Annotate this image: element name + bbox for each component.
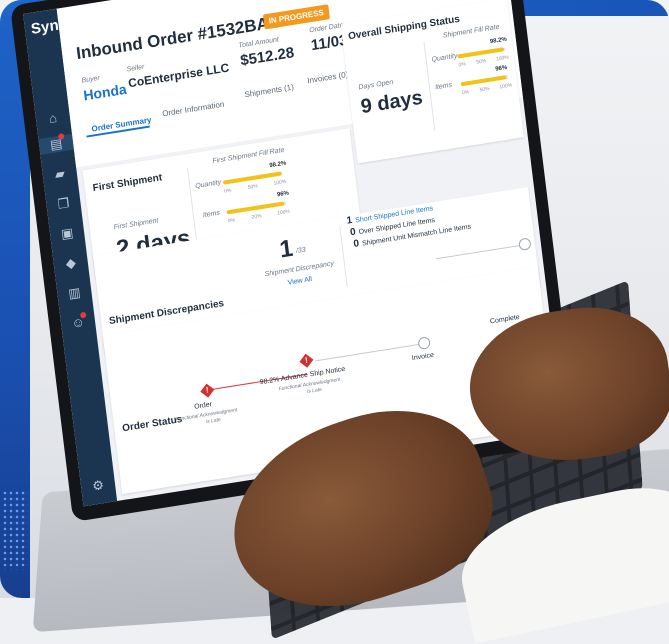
items-pct: 96% xyxy=(276,190,290,199)
first-shipment-title: First Shipment xyxy=(92,172,163,195)
node-label: Order xyxy=(193,401,213,411)
view-all-link[interactable]: View All xyxy=(287,276,312,287)
tick: 20% xyxy=(251,213,262,221)
node-sub: is Late xyxy=(205,416,222,426)
node-label: Invoice xyxy=(411,351,435,363)
tick: 100% xyxy=(499,82,513,91)
buyer-label: Buyer xyxy=(81,74,101,85)
tick: 0% xyxy=(227,217,236,225)
tick: 0% xyxy=(461,89,470,97)
timeline-connector xyxy=(435,244,525,260)
alert-icon: ! xyxy=(205,385,210,395)
tick: 100% xyxy=(495,54,510,63)
timeline-node-invoice[interactable] xyxy=(417,336,431,351)
days-open-label: Days Open xyxy=(358,78,394,92)
settings-icon[interactable]: ⚙ xyxy=(89,477,107,495)
orders-icon[interactable]: ▤ xyxy=(38,133,74,155)
timeline-node-complete xyxy=(518,237,532,252)
node-sub: is Late xyxy=(306,386,323,395)
discrepancy-line-count: 1 xyxy=(346,214,353,227)
discrepancy-label: Shipment Discrepancy xyxy=(264,260,335,279)
discrepancy-count: 1 xyxy=(278,234,295,264)
home-icon[interactable]: ⌂ xyxy=(44,109,62,127)
quantity-pct: 98.2% xyxy=(489,36,508,46)
tick: 100% xyxy=(273,178,287,187)
tick: 50% xyxy=(247,183,259,191)
seller-label: Seller xyxy=(126,63,145,74)
card-divider xyxy=(339,226,348,287)
shipments-icon[interactable]: ▰ xyxy=(51,165,69,183)
discrepancy-line-count: 0 xyxy=(352,238,360,250)
tab-order-information[interactable]: Order Information xyxy=(162,100,225,119)
invoices-icon[interactable]: ▣ xyxy=(58,225,76,243)
dot-pattern xyxy=(2,490,28,570)
alert-icon: ! xyxy=(304,355,309,365)
tick: 0% xyxy=(223,187,232,195)
reports-icon[interactable]: ▥ xyxy=(66,284,84,302)
items-label: Items xyxy=(434,81,453,92)
tab-invoices[interactable]: Invoices (0) xyxy=(307,70,349,85)
overall-shipping-card: Overall Shipping Status Days Open 9 days… xyxy=(340,0,524,164)
discrepancy-total: /33 xyxy=(295,246,307,256)
timeline-node-asn[interactable]: ! xyxy=(299,353,314,368)
discrepancy-line-count: 0 xyxy=(349,226,357,239)
tab-shipments[interactable]: Shipments (1) xyxy=(244,83,294,100)
alerts-icon[interactable]: ◆ xyxy=(62,254,80,272)
timeline-connector xyxy=(315,343,425,362)
timeline-node-order[interactable]: ! xyxy=(200,383,215,398)
tick: 50% xyxy=(479,85,491,94)
app-screen: Syncrofy ⌂ ▤ ▰ ❐ ▣ ◆ ▥ ☺ ⚙ Inbound Order… xyxy=(23,0,564,507)
items-label: Items xyxy=(202,209,221,220)
buyer-value[interactable]: Honda xyxy=(82,81,127,104)
days-open-value: 9 days xyxy=(359,86,424,119)
order-status-title: Order Status xyxy=(121,413,183,435)
tick: 0% xyxy=(458,61,467,69)
tick: 100% xyxy=(276,208,291,217)
quantity-label: Quantity xyxy=(431,52,458,64)
tick: 50% xyxy=(476,58,487,66)
quantity-label: Quantity xyxy=(194,179,222,191)
documents-icon[interactable]: ❐ xyxy=(55,195,73,213)
first-shipment-days-label: First Shipment xyxy=(113,217,159,232)
card-divider xyxy=(423,41,436,132)
items-pct: 96% xyxy=(495,64,508,73)
items-bar-fill xyxy=(226,201,284,215)
quantity-pct: 98.2% xyxy=(269,160,287,170)
